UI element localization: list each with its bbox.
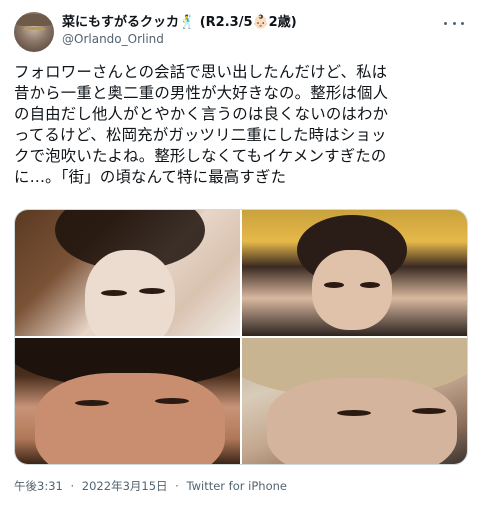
avatar[interactable] (14, 12, 54, 52)
tweet-date[interactable]: 2022年3月15日 (82, 479, 168, 493)
tweet-text: フォロワーさんとの会話で思い出したんだけど、私は 昔から一重と奥二重の男性が大好… (14, 63, 389, 186)
tweet-time[interactable]: 午後3:31 (14, 479, 63, 493)
photo-3[interactable] (15, 338, 240, 464)
tweet-header: 菜にもすがるクッカ🕺 (R2.3/5👶🏻2歳) @Orlando_Orlind (14, 12, 470, 56)
author-names: 菜にもすがるクッカ🕺 (R2.3/5👶🏻2歳) @Orlando_Orlind (62, 14, 442, 48)
author-display-name[interactable]: 菜にもすがるクッカ🕺 (R2.3/5👶🏻2歳) (62, 14, 442, 31)
media-grid (14, 209, 468, 465)
tweet: 菜にもすがるクッカ🕺 (R2.3/5👶🏻2歳) @Orlando_Orlind … (0, 0, 483, 512)
tweet-source[interactable]: Twitter for iPhone (186, 479, 287, 493)
avatar-hat (16, 14, 52, 26)
photo-2[interactable] (242, 210, 467, 336)
tweet-meta: 午後3:31 · 2022年3月15日 · Twitter for iPhone (14, 478, 287, 494)
photo-1[interactable] (15, 210, 240, 336)
avatar-glasses (23, 27, 45, 38)
meta-separator: · (175, 479, 179, 493)
more-horizontal-icon[interactable] (444, 16, 464, 30)
meta-separator: · (70, 479, 75, 493)
photo-4[interactable] (242, 338, 467, 464)
author-handle[interactable]: @Orlando_Orlind (62, 31, 442, 48)
